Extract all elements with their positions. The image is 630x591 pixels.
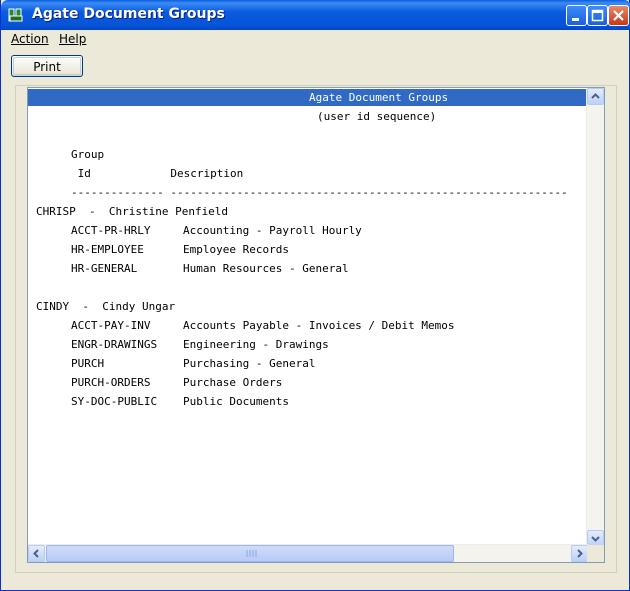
- horizontal-scroll-thumb[interactable]: [46, 545, 454, 562]
- group-description[interactable]: Accounting - Payroll Hourly: [183, 221, 362, 240]
- print-button[interactable]: Print: [11, 55, 83, 77]
- group-description[interactable]: Public Documents: [183, 392, 289, 411]
- scroll-right-arrow-icon: [577, 549, 583, 558]
- report-viewer[interactable]: Agate Document Groups (user id sequence)…: [27, 87, 605, 563]
- column-header-id-description[interactable]: Id Description: [71, 164, 244, 183]
- close-icon: [613, 10, 624, 21]
- group-id[interactable]: HR-GENERAL: [71, 259, 137, 278]
- group-id[interactable]: SY-DOC-PUBLIC: [71, 392, 157, 411]
- selected-line-highlight: [28, 89, 588, 106]
- group-id[interactable]: PURCH-ORDERS: [71, 373, 150, 392]
- minimize-button[interactable]: [566, 5, 587, 26]
- group-id[interactable]: ACCT-PR-HRLY: [71, 221, 150, 240]
- maximize-icon: [591, 9, 604, 22]
- title-bar[interactable]: Agate Document Groups: [1, 0, 630, 30]
- scroll-left-button[interactable]: [28, 545, 45, 562]
- vertical-scrollbar[interactable]: [586, 88, 604, 547]
- group-id[interactable]: HR-EMPLOYEE: [71, 240, 144, 259]
- menu-help[interactable]: Help: [53, 30, 92, 49]
- menu-bar: Action Help: [5, 30, 627, 49]
- report-title[interactable]: Agate Document Groups: [309, 88, 448, 107]
- header-separator[interactable]: -------------- -------------------------…: [71, 183, 568, 202]
- group-description[interactable]: Purchase Orders: [183, 373, 282, 392]
- minimize-icon: [572, 18, 579, 21]
- user-header[interactable]: CINDY - Cindy Ungar: [36, 297, 175, 316]
- maximize-button[interactable]: [587, 5, 608, 26]
- scroll-down-arrow-icon: [591, 536, 600, 542]
- close-button[interactable]: [608, 5, 629, 26]
- scroll-up-arrow-icon: [591, 93, 600, 99]
- scroll-up-button[interactable]: [587, 88, 604, 105]
- column-header-group[interactable]: Group: [71, 145, 104, 164]
- group-description[interactable]: Accounts Payable - Invoices / Debit Memo…: [183, 316, 455, 335]
- group-id[interactable]: ENGR-DRAWINGS: [71, 335, 157, 354]
- group-description[interactable]: Employee Records: [183, 240, 289, 259]
- group-id[interactable]: PURCH: [71, 354, 104, 373]
- app-window: Agate Document Groups Action Help Print …: [0, 0, 630, 591]
- report-subtitle[interactable]: (user id sequence): [317, 107, 436, 126]
- group-description[interactable]: Engineering - Drawings: [183, 335, 329, 354]
- app-icon: [8, 8, 23, 22]
- report-content: Agate Document Groups (user id sequence)…: [28, 88, 588, 548]
- group-id[interactable]: ACCT-PAY-INV: [71, 316, 150, 335]
- menu-help-label: Help: [59, 32, 87, 46]
- grip-icon: [246, 550, 257, 557]
- user-header[interactable]: CHRISP - Christine Penfield: [36, 202, 228, 221]
- horizontal-scrollbar[interactable]: [28, 544, 588, 562]
- scroll-right-button[interactable]: [571, 545, 588, 562]
- group-description[interactable]: Human Resources - General: [183, 259, 349, 278]
- scroll-left-arrow-icon: [33, 549, 39, 558]
- window-title: Agate Document Groups: [32, 6, 225, 22]
- group-description[interactable]: Purchasing - General: [183, 354, 315, 373]
- menu-action[interactable]: Action: [5, 30, 55, 49]
- menu-action-label: Action: [11, 32, 49, 46]
- scrollbar-corner: [587, 545, 604, 562]
